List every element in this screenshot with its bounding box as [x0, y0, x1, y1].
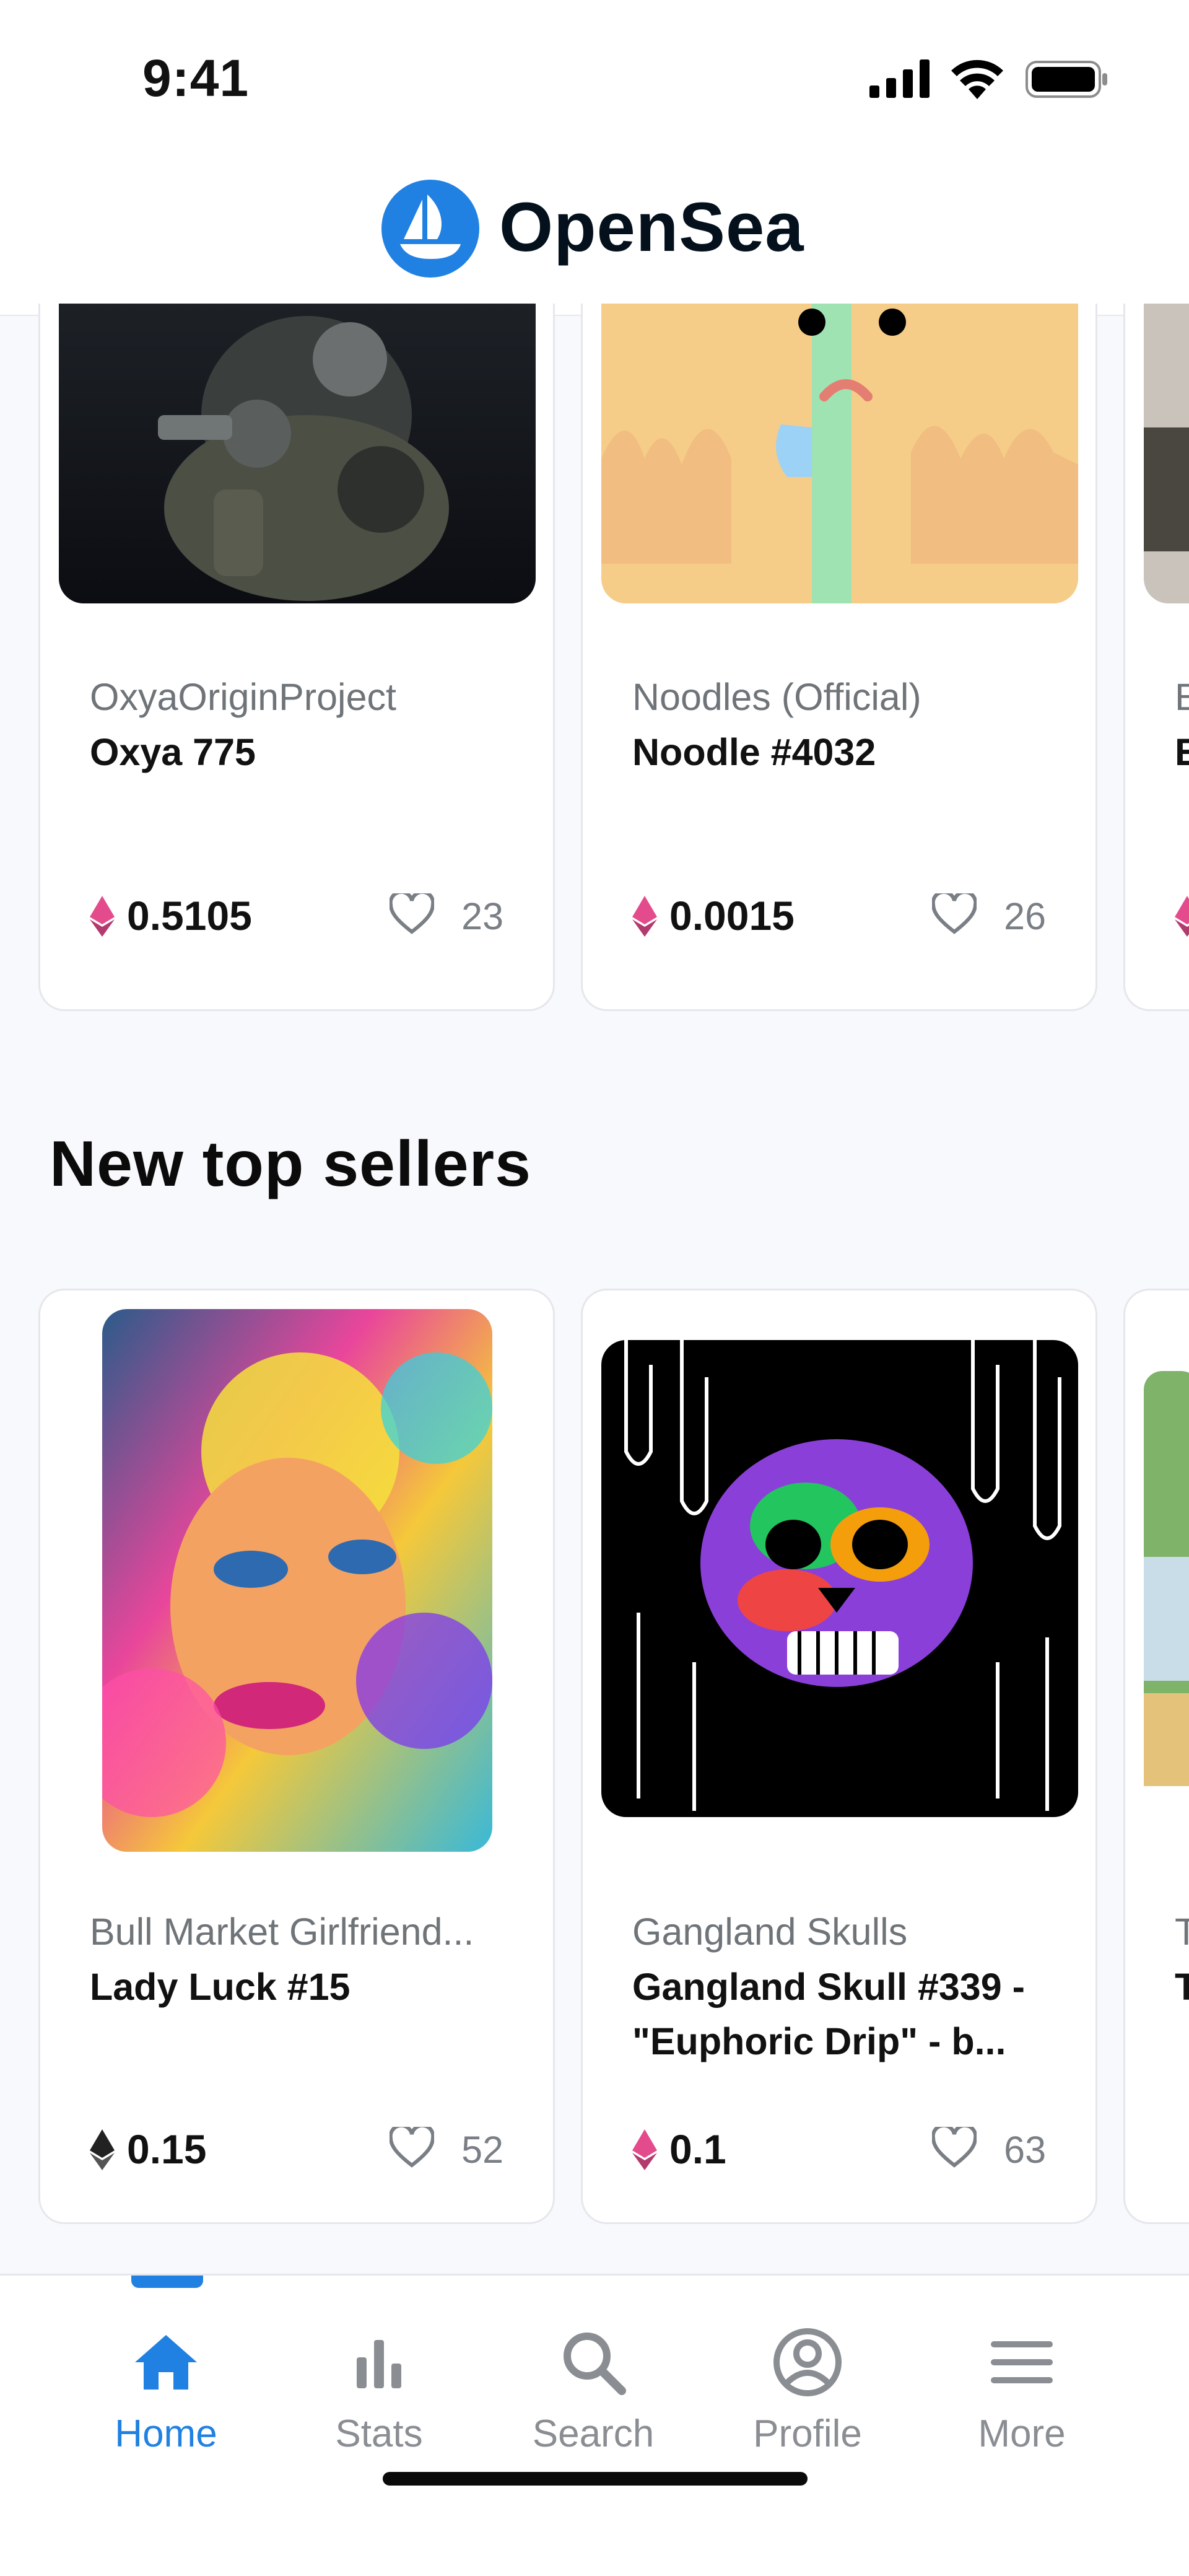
cellular-signal-icon: [869, 59, 930, 98]
nav-label-more: More: [978, 2412, 1066, 2455]
nft-card[interactable]: Noodles (Official) Noodle #4032 0.0015 2…: [581, 304, 1097, 1011]
ethereum-pink-icon: [1175, 896, 1189, 937]
nav-stats[interactable]: Stats: [286, 2325, 472, 2461]
price-value: 0.0015: [669, 893, 795, 939]
home-icon: [135, 2335, 197, 2390]
nft-name: E: [1175, 725, 1189, 779]
heart-icon[interactable]: [932, 893, 977, 934]
price-value: 0.1: [669, 2126, 726, 2172]
ethereum-pink-icon: [90, 896, 115, 937]
collection-name: Noodles (Official): [632, 676, 921, 718]
collection-name: Bull Market Girlfriend...: [90, 1911, 474, 1953]
heart-icon[interactable]: [390, 2127, 434, 2168]
nft-image-noodle: [601, 304, 1078, 603]
stats-icon: [357, 2340, 401, 2388]
nft-card[interactable]: OxyaOriginProject Oxya 775 0.5105 23: [38, 304, 555, 1011]
nav-label-home: Home: [115, 2412, 217, 2455]
like-count: 23: [461, 895, 503, 937]
nft-card-partial[interactable]: T T: [1123, 1289, 1189, 2224]
collection-name: E: [1175, 675, 1189, 719]
opensea-logo-icon[interactable]: [381, 180, 479, 278]
nav-label-search: Search: [532, 2412, 655, 2455]
nft-name: Gangland Skull #339 - "Euphoric Drip" - …: [632, 1966, 1025, 2062]
nft-card-partial[interactable]: E E: [1123, 304, 1189, 1011]
section-title-new-top-sellers: New top sellers: [50, 1128, 531, 1200]
nav-home[interactable]: Home: [73, 2325, 259, 2461]
ethereum-pink-icon: [632, 896, 657, 937]
nft-image-partial: [1144, 304, 1189, 603]
like-count: 26: [1004, 895, 1046, 937]
menu-icon: [991, 2341, 1053, 2383]
home-indicator-bar[interactable]: [383, 2472, 808, 2486]
wifi-icon: [951, 59, 1003, 99]
heart-icon[interactable]: [390, 893, 434, 934]
nav-label-stats: Stats: [335, 2412, 423, 2455]
collection-name: T: [1175, 1910, 1189, 1953]
nav-profile[interactable]: Profile: [715, 2325, 900, 2461]
nft-image-colorful-portrait: [102, 1309, 492, 1852]
nft-image-armored-figure: [59, 304, 536, 603]
brand-name: OpenSea: [499, 188, 804, 266]
price-row: 0.0015 26: [632, 892, 1046, 942]
heart-icon[interactable]: [932, 2127, 977, 2168]
ethereum-dark-icon: [90, 2129, 115, 2170]
nft-name: Oxya 775: [90, 731, 256, 773]
active-tab-indicator: [131, 2276, 203, 2288]
status-time: 9:41: [142, 49, 250, 107]
status-bar: 9:41: [0, 0, 1189, 155]
nav-search[interactable]: Search: [500, 2325, 686, 2461]
ethereum-pink-icon: [632, 2129, 657, 2170]
price-value: 0.15: [127, 2126, 207, 2172]
collection-name: OxyaOriginProject: [90, 676, 396, 718]
price-row: 0.15 52: [90, 2126, 503, 2175]
nft-image-pixel-art: [1144, 1371, 1189, 1786]
nft-name: T: [1175, 1960, 1189, 2014]
nft-card[interactable]: Gangland Skulls Gangland Skull #339 - "E…: [581, 1289, 1097, 2224]
nft-card[interactable]: Bull Market Girlfriend... Lady Luck #15 …: [38, 1289, 555, 2224]
price-value: 0.5105: [127, 893, 252, 939]
collection-name: Gangland Skulls: [632, 1911, 908, 1953]
nav-more[interactable]: More: [929, 2325, 1115, 2461]
like-count: 52: [461, 2129, 503, 2171]
nav-label-profile: Profile: [753, 2412, 862, 2455]
search-icon: [564, 2333, 626, 2395]
app-header: OpenSea: [0, 155, 1189, 316]
like-count: 63: [1004, 2129, 1046, 2171]
battery-icon: [1026, 61, 1107, 98]
nft-name: Lady Luck #15: [90, 1966, 351, 2008]
bottom-nav: Home Stats Search Profile More: [0, 2274, 1189, 2576]
price-row: 0.1 63: [632, 2126, 1046, 2175]
nft-image-skull: [601, 1340, 1078, 1817]
price-row: 0.5105 23: [90, 892, 503, 942]
profile-icon: [773, 2328, 842, 2396]
nft-name: Noodle #4032: [632, 731, 876, 773]
